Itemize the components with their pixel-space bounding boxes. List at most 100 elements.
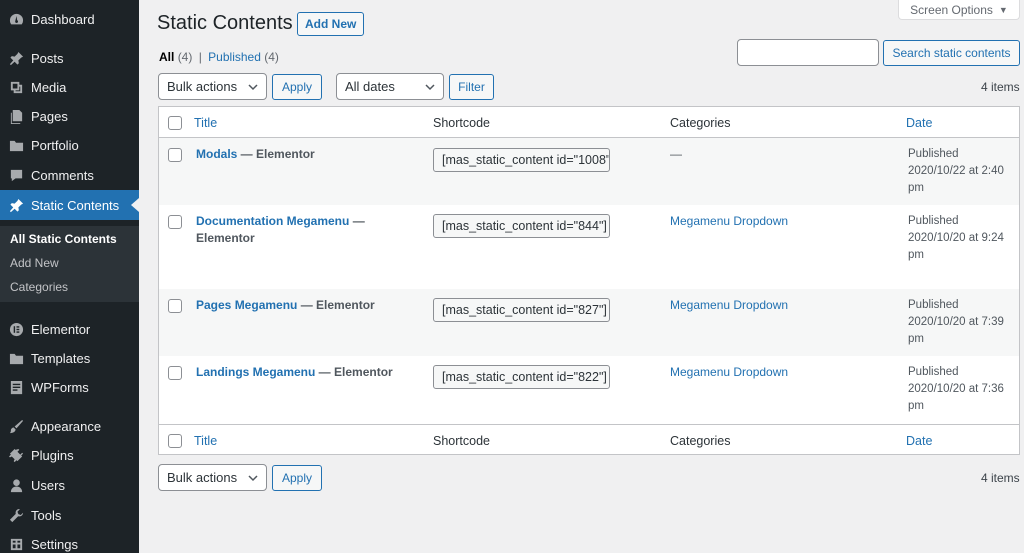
menu-item-appearance[interactable]: Appearance [0,412,139,440]
menu-item-posts[interactable]: Posts [0,44,139,72]
user-icon [8,477,24,493]
row-checkbox[interactable] [168,215,182,229]
menu-item-portfolio[interactable]: Portfolio [0,131,139,159]
brush-icon [8,418,24,434]
column-shortcode: Shortcode [433,116,490,130]
table-row: Documentation Megamenu — Elementor [mas_… [159,205,1019,289]
row-status: Published [908,215,959,227]
row-date: Published 2020/10/20 at 7:36 pm [908,364,1018,415]
shortcode-field[interactable]: [mas_static_content id="827"] [433,298,610,322]
menu-item-elementor[interactable]: Elementor [0,315,139,343]
row-title-cell: Documentation Megamenu — Elementor [196,213,401,247]
menu-item-static-contents[interactable]: Static Contents [0,190,139,220]
pin-icon [8,197,24,213]
shortcode-field[interactable]: [mas_static_content id="822"] [433,365,610,389]
shortcode-field[interactable]: [mas_static_content id="844"] [433,214,610,238]
elementor-icon [8,321,24,337]
row-title-link[interactable]: Landings Megamenu [196,365,315,379]
row-checkbox[interactable] [168,299,182,313]
menu-label: Tools [31,507,62,523]
submenu-all-static-contents[interactable]: All Static Contents [10,232,117,246]
select-all-checkbox[interactable] [168,116,182,130]
menu-label: Portfolio [31,137,79,153]
menu-label: Appearance [31,418,102,434]
chevron-down-icon [248,475,258,482]
menu-item-tools[interactable]: Tools [0,501,139,529]
menu-item-pages[interactable]: Pages [0,102,139,130]
row-title-link[interactable]: Documentation Megamenu [196,214,349,228]
page-title: Static Contents [157,12,293,34]
menu-item-plugins[interactable]: Plugins [0,441,139,469]
column-title-sort[interactable]: Title [194,115,217,132]
bulk-actions-value: Bulk actions [167,470,238,485]
menu-item-dashboard[interactable]: Dashboard [0,5,139,33]
caret-down-icon: ▼ [998,4,1008,15]
view-all-link[interactable]: All [159,50,174,64]
row-category-link[interactable]: Megamenu Dropdown [670,364,788,381]
menu-item-wpforms[interactable]: WPForms [0,373,139,401]
row-title-suffix: — Elementor [297,298,375,312]
row-checkbox[interactable] [168,366,182,380]
column-categories: Categories [670,434,731,448]
row-checkbox[interactable] [168,148,182,162]
row-title-suffix: — Elementor [315,365,393,379]
chevron-down-icon [248,84,258,91]
bulk-actions-value: Bulk actions [167,79,238,94]
screen-options-label: Screen Options [910,2,993,17]
row-date-value: 2020/10/22 at 2:40 pm [908,165,1004,194]
row-title-cell: Landings Megamenu — Elementor [196,364,416,381]
menu-label: Posts [31,50,64,66]
submenu-categories[interactable]: Categories [10,280,68,294]
apply-button-bottom[interactable]: Apply [272,465,322,491]
items-count-bottom: 4 items [981,471,1020,485]
add-new-button[interactable]: Add New [297,12,365,36]
bulk-actions-select-bottom[interactable]: Bulk actions [158,464,267,491]
menu-item-media[interactable]: Media [0,73,139,101]
search-input[interactable] [737,39,879,66]
row-category-link[interactable]: Megamenu Dropdown [670,297,788,314]
column-title-sort[interactable]: Title [194,433,217,450]
submenu-add-new[interactable]: Add New [10,256,59,270]
shortcode-field[interactable]: [mas_static_content id="1008"] [433,148,610,172]
menu-item-templates[interactable]: Templates [0,344,139,372]
row-date: Published 2020/10/20 at 7:39 pm [908,297,1018,348]
table-footer-row: Title Shortcode Categories Date [159,424,1019,455]
menu-item-settings[interactable]: Settings [0,530,139,553]
row-title-link[interactable]: Pages Megamenu [196,298,297,312]
media-icon [8,79,24,95]
menu-label: Pages [31,108,68,124]
filter-button[interactable]: Filter [449,74,494,100]
comment-icon [8,167,24,183]
view-all-count: (4) [177,50,193,64]
static-contents-submenu: All Static Contents Add New Categories [0,226,139,302]
wrench-icon [8,507,24,523]
select-all-checkbox[interactable] [168,434,182,448]
row-category-link[interactable]: Megamenu Dropdown [670,213,788,230]
menu-item-users[interactable]: Users [0,471,139,499]
column-date-sort[interactable]: Date [906,433,932,450]
date-filter-select[interactable]: All dates [336,73,444,100]
row-date-value: 2020/10/20 at 7:39 pm [908,316,1004,345]
items-count: 4 items [981,80,1020,94]
view-published-link[interactable]: Published [208,50,261,64]
column-date-sort[interactable]: Date [906,115,932,132]
menu-label: Media [31,79,67,95]
screen-options-toggle[interactable]: Screen Options ▼ [898,0,1020,20]
row-title-cell: Pages Megamenu — Elementor [196,297,416,314]
search-button[interactable]: Search static contents [883,40,1020,66]
menu-item-comments[interactable]: Comments [0,161,139,189]
row-title-link[interactable]: Modals [196,147,237,161]
menu-label: Comments [31,167,94,183]
row-title-cell: Modals — Elementor [196,146,396,163]
static-contents-table: Title Shortcode Categories Date Modals —… [158,106,1020,455]
table-header-row: Title Shortcode Categories Date [159,107,1019,138]
apply-button[interactable]: Apply [272,74,322,100]
bulk-actions-select[interactable]: Bulk actions [158,73,267,100]
settings-icon [8,536,24,552]
chevron-down-icon [425,84,435,91]
row-date: Published 2020/10/20 at 9:24 pm [908,213,1018,264]
column-categories: Categories [670,116,731,130]
row-status: Published [908,299,959,311]
status-views: All (4) | Published (4) [159,50,279,64]
pages-icon [8,108,24,124]
